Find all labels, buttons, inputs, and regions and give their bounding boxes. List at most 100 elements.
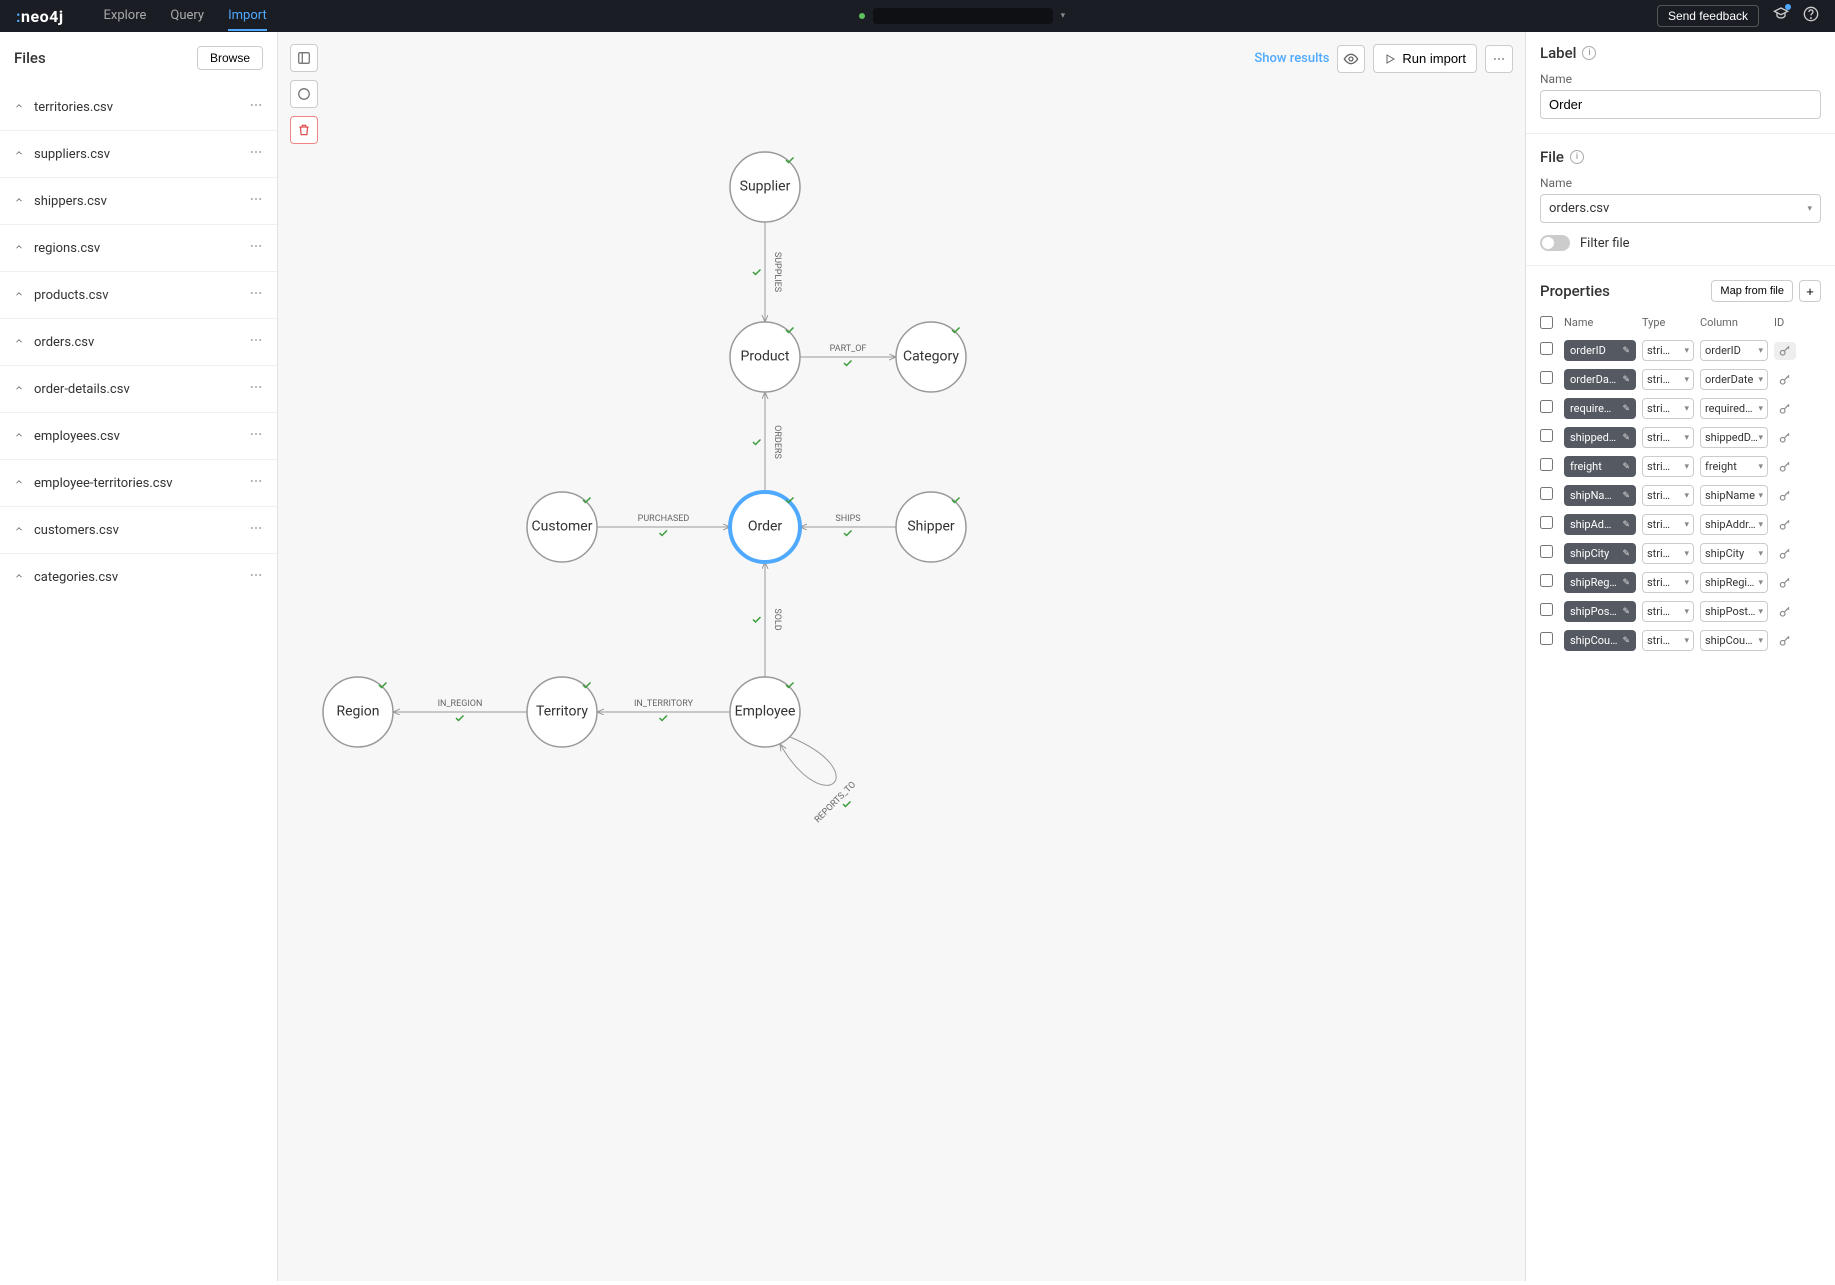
file-item[interactable]: order-details.csv	[0, 365, 277, 412]
help-icon[interactable]	[1803, 6, 1819, 26]
filter-file-toggle[interactable]	[1540, 235, 1570, 251]
property-checkbox[interactable]	[1540, 516, 1553, 529]
key-icon[interactable]	[1774, 547, 1796, 561]
file-more-button[interactable]	[249, 521, 263, 539]
file-more-button[interactable]	[249, 427, 263, 445]
property-column-select[interactable]: shipRegi…▾	[1700, 572, 1768, 593]
key-icon[interactable]	[1774, 342, 1796, 360]
file-more-button[interactable]	[249, 239, 263, 257]
property-name-pill[interactable]: freight✎	[1564, 456, 1636, 477]
property-type-select[interactable]: stri…▾	[1642, 456, 1694, 477]
file-item[interactable]: regions.csv	[0, 224, 277, 271]
property-checkbox[interactable]	[1540, 545, 1553, 558]
property-checkbox[interactable]	[1540, 632, 1553, 645]
file-item[interactable]: shippers.csv	[0, 177, 277, 224]
key-icon[interactable]	[1774, 605, 1796, 619]
property-column-select[interactable]: shippedD…▾	[1700, 427, 1768, 448]
property-name-pill[interactable]: require…✎	[1564, 398, 1636, 419]
property-name-pill[interactable]: shipCou…✎	[1564, 630, 1636, 651]
toggle-sidebar-button[interactable]	[290, 44, 318, 72]
map-from-file-button[interactable]: Map from file	[1711, 280, 1793, 302]
key-icon[interactable]	[1774, 634, 1796, 648]
property-type-select[interactable]: stri…▾	[1642, 340, 1694, 361]
file-item[interactable]: categories.csv	[0, 553, 277, 600]
property-checkbox[interactable]	[1540, 487, 1553, 500]
key-icon[interactable]	[1774, 431, 1796, 445]
file-more-button[interactable]	[249, 192, 263, 210]
file-more-button[interactable]	[249, 568, 263, 586]
property-name-pill[interactable]: orderDa…✎	[1564, 369, 1636, 390]
key-icon[interactable]	[1774, 576, 1796, 590]
file-more-button[interactable]	[249, 98, 263, 116]
send-feedback-button[interactable]: Send feedback	[1657, 5, 1759, 27]
property-name-pill[interactable]: shipAd…✎	[1564, 514, 1636, 535]
property-checkbox[interactable]	[1540, 603, 1553, 616]
more-options-button[interactable]	[1485, 45, 1513, 73]
file-more-button[interactable]	[249, 380, 263, 398]
property-column-select[interactable]: required…▾	[1700, 398, 1768, 419]
show-results-link[interactable]: Show results	[1254, 51, 1329, 66]
property-checkbox[interactable]	[1540, 429, 1553, 442]
add-node-button[interactable]	[290, 80, 318, 108]
property-name-pill[interactable]: shipped…✎	[1564, 427, 1636, 448]
info-icon[interactable]: i	[1570, 150, 1584, 164]
file-more-button[interactable]	[249, 145, 263, 163]
key-icon[interactable]	[1774, 489, 1796, 503]
file-item[interactable]: employees.csv	[0, 412, 277, 459]
property-name-pill[interactable]: shipCity✎	[1564, 543, 1636, 564]
property-type-select[interactable]: stri…▾	[1642, 572, 1694, 593]
property-checkbox[interactable]	[1540, 400, 1553, 413]
property-type-select[interactable]: stri…▾	[1642, 630, 1694, 651]
property-column-select[interactable]: shipCoun…▾	[1700, 630, 1768, 651]
property-type-select[interactable]: stri…▾	[1642, 485, 1694, 506]
property-name-pill[interactable]: orderID✎	[1564, 340, 1636, 361]
property-type-select[interactable]: stri…▾	[1642, 369, 1694, 390]
property-checkbox[interactable]	[1540, 371, 1553, 384]
property-name-pill[interactable]: shipReg…✎	[1564, 572, 1636, 593]
property-type-select[interactable]: stri…▾	[1642, 427, 1694, 448]
label-name-input[interactable]	[1540, 90, 1821, 119]
property-column-select[interactable]: orderDate▾	[1700, 369, 1768, 390]
file-select[interactable]: orders.csv ▾	[1540, 194, 1821, 223]
file-item[interactable]: territories.csv	[0, 84, 277, 130]
property-checkbox[interactable]	[1540, 574, 1553, 587]
property-column-select[interactable]: orderID▾	[1700, 340, 1768, 361]
file-more-button[interactable]	[249, 474, 263, 492]
property-column-select[interactable]: freight▾	[1700, 456, 1768, 477]
key-icon[interactable]	[1774, 373, 1796, 387]
connection-indicator[interactable]: ▾	[267, 8, 1657, 24]
property-type-select[interactable]: stri…▾	[1642, 601, 1694, 622]
preview-button[interactable]	[1337, 45, 1365, 73]
education-icon[interactable]	[1773, 6, 1789, 26]
edge-reports_to[interactable]	[780, 737, 836, 785]
property-name-pill[interactable]: shipPos…✎	[1564, 601, 1636, 622]
property-type-select[interactable]: stri…▾	[1642, 543, 1694, 564]
property-checkbox[interactable]	[1540, 342, 1553, 355]
property-type-select[interactable]: stri…▾	[1642, 514, 1694, 535]
run-import-button[interactable]: Run import	[1373, 44, 1477, 73]
file-item[interactable]: products.csv	[0, 271, 277, 318]
info-icon[interactable]: i	[1582, 46, 1596, 60]
delete-button[interactable]	[290, 116, 318, 144]
property-type-select[interactable]: stri…▾	[1642, 398, 1694, 419]
property-checkbox[interactable]	[1540, 458, 1553, 471]
property-name-pill[interactable]: shipNa…✎	[1564, 485, 1636, 506]
key-icon[interactable]	[1774, 402, 1796, 416]
file-more-button[interactable]	[249, 333, 263, 351]
file-item[interactable]: customers.csv	[0, 506, 277, 553]
select-all-checkbox[interactable]	[1540, 316, 1553, 329]
file-item[interactable]: employee-territories.csv	[0, 459, 277, 506]
key-icon[interactable]	[1774, 460, 1796, 474]
property-column-select[interactable]: shipPost…▾	[1700, 601, 1768, 622]
property-column-select[interactable]: shipCity▾	[1700, 543, 1768, 564]
property-column-select[interactable]: shipAddr…▾	[1700, 514, 1768, 535]
add-property-button[interactable]: +	[1799, 280, 1821, 302]
key-icon[interactable]	[1774, 518, 1796, 532]
graph-svg[interactable]: SUPPLIESPART_OFORDERSPURCHASEDSHIPSSOLDI…	[278, 32, 1525, 1281]
nav-tab-explore[interactable]: Explore	[104, 2, 147, 31]
file-more-button[interactable]	[249, 286, 263, 304]
canvas[interactable]: Show results Run import SUPPLIESPART_OFO…	[278, 32, 1525, 1281]
file-item[interactable]: orders.csv	[0, 318, 277, 365]
file-item[interactable]: suppliers.csv	[0, 130, 277, 177]
nav-tab-query[interactable]: Query	[170, 2, 204, 31]
